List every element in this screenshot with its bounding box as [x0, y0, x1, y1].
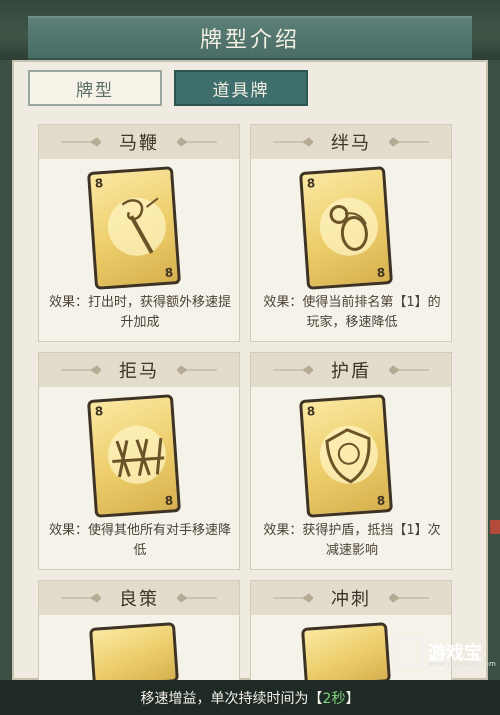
- tab-bar: 牌型 道具牌: [28, 70, 308, 106]
- card-name: 马鞭: [119, 133, 159, 154]
- header-banner: 牌型介绍: [28, 16, 472, 60]
- card-shield[interactable]: 护盾 8 8 效果：获得护盾，抵挡【1】次减速影响: [250, 352, 452, 570]
- card-header: 护盾: [251, 353, 451, 387]
- rope-icon: [329, 204, 368, 251]
- ornament-right-icon: [389, 365, 429, 375]
- bottom-text-after: 】: [345, 690, 360, 707]
- card-art: 8 8: [298, 166, 394, 290]
- barricade-icon: [112, 437, 165, 478]
- card-name: 冲刺: [331, 589, 371, 610]
- tab-item-cards[interactable]: 道具牌: [174, 70, 308, 106]
- card-header: 良策: [39, 581, 239, 615]
- side-marker: [490, 520, 500, 534]
- ornament-right-icon: [177, 365, 217, 375]
- card-number-bottom: 8: [376, 265, 386, 280]
- shield-icon: [325, 428, 371, 484]
- bottom-info-bar: 移速增益，单次持续时间为【 2秒 】: [0, 680, 500, 715]
- card-art: [89, 622, 179, 688]
- ornament-right-icon: [177, 593, 217, 603]
- card-name: 护盾: [331, 361, 371, 382]
- background-right: [488, 60, 500, 680]
- bottom-text-before: 移速增益，单次持续时间为【: [140, 690, 323, 707]
- card-art: 8 8: [298, 394, 394, 518]
- page-title: 牌型介绍: [199, 28, 300, 53]
- card-description: 效果：使得当前排名第【1】的玩家，移速降低: [263, 295, 441, 330]
- card-whip[interactable]: 马鞭 8 8 效果：打出时，获得额外移速提升加成: [38, 124, 240, 342]
- card-trip-horse[interactable]: 绊马 8 8 效果：使得当前排名第【1】的玩家，移速降低: [250, 124, 452, 342]
- card-art: 8 8: [86, 394, 182, 518]
- card-header: 拒马: [39, 353, 239, 387]
- card-art: [301, 622, 391, 688]
- whip-icon: [121, 197, 159, 254]
- card-number: 8: [306, 404, 316, 419]
- card-number-bottom: 8: [376, 493, 386, 508]
- card-number-bottom: 8: [164, 265, 174, 280]
- card-name: 拒马: [119, 361, 159, 382]
- ornament-left-icon: [273, 365, 313, 375]
- card-number: 8: [94, 176, 104, 191]
- card-name: 良策: [119, 589, 159, 610]
- ornament-left-icon: [61, 593, 101, 603]
- ornament-right-icon: [177, 137, 217, 147]
- background-left: [0, 60, 12, 680]
- ornament-right-icon: [389, 593, 429, 603]
- gamepad-logo-icon: [394, 637, 424, 667]
- card-number-bottom: 8: [164, 493, 174, 508]
- card-description: 效果：获得护盾，抵挡【1】次减速影响: [263, 523, 441, 558]
- card-header: 冲刺: [251, 581, 451, 615]
- card-header: 绊马: [251, 125, 451, 159]
- ornament-left-icon: [61, 365, 101, 375]
- card-art: 8 8: [86, 166, 182, 290]
- card-name: 绊马: [331, 133, 371, 154]
- card-number: 8: [94, 404, 104, 419]
- bottom-highlight: 2秒: [322, 690, 346, 707]
- card-barricade[interactable]: 拒马 8 8 效果：使得其他所有对手移速降低: [38, 352, 240, 570]
- ornament-left-icon: [273, 593, 313, 603]
- tab-card-types[interactable]: 牌型: [28, 70, 162, 106]
- watermark: 游戏宝 www.youxibao.com: [394, 634, 496, 670]
- card-number: 8: [306, 176, 316, 191]
- ornament-right-icon: [389, 137, 429, 147]
- card-header: 马鞭: [39, 125, 239, 159]
- ornament-left-icon: [61, 137, 101, 147]
- ornament-left-icon: [273, 137, 313, 147]
- watermark-url: www.youxibao.com: [428, 660, 496, 668]
- card-description: 效果：使得其他所有对手移速降低: [49, 523, 232, 558]
- card-description: 效果：打出时，获得额外移速提升加成: [49, 295, 232, 330]
